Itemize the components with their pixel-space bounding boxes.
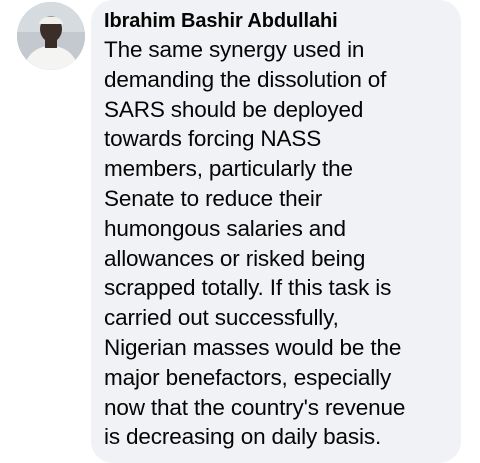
avatar[interactable] [17, 2, 85, 70]
comment-bubble: Ibrahim Bashir Abdullahi The same synerg… [91, 0, 461, 463]
comment-author-name[interactable]: Ibrahim Bashir Abdullahi [104, 8, 451, 34]
user-profile-photo-icon [17, 2, 85, 70]
comment-thread: Ibrahim Bashir Abdullahi The same synerg… [0, 0, 480, 463]
comment-body: The same synergy used in demanding the d… [104, 37, 406, 450]
